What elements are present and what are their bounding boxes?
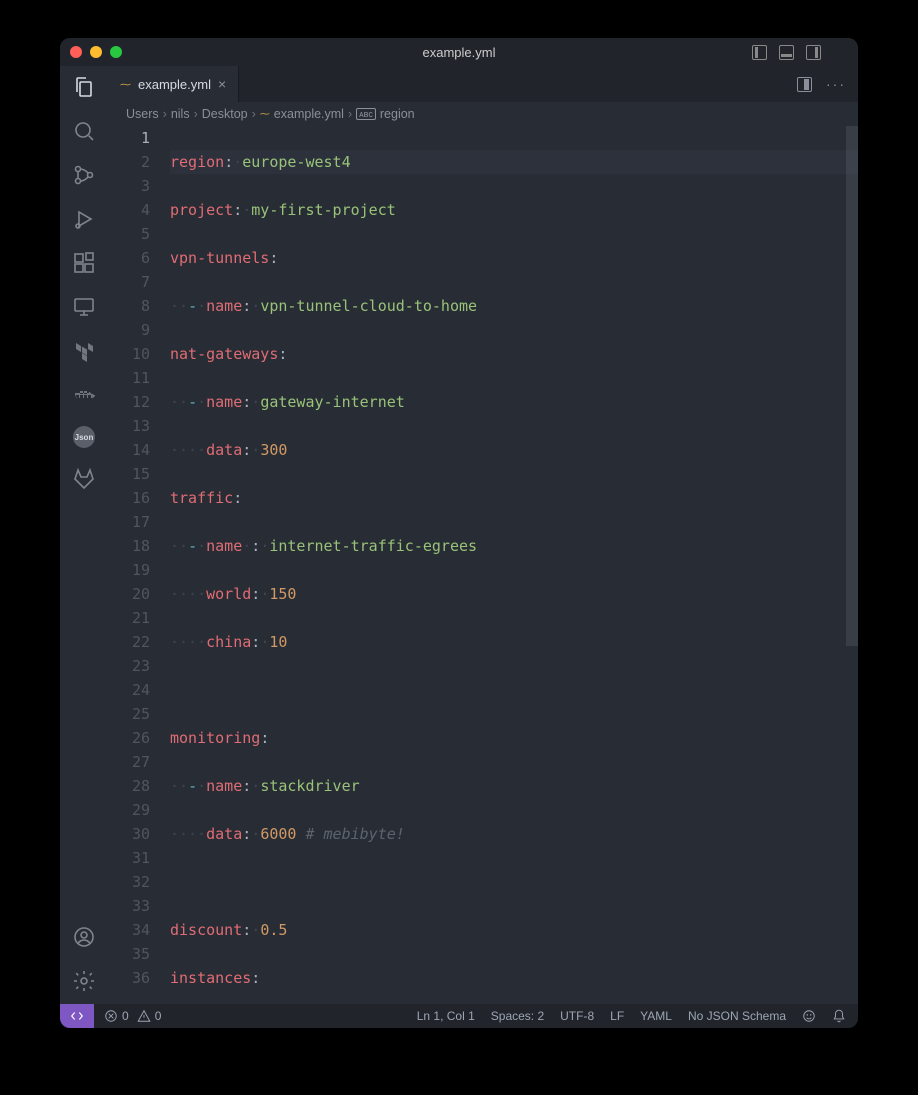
docker-icon[interactable] xyxy=(71,382,97,408)
feedback-icon[interactable] xyxy=(802,1009,816,1023)
editor-scrollbar[interactable] xyxy=(846,126,858,1004)
yaml-file-icon: ⁓ xyxy=(260,109,270,120)
toggle-primary-sidebar-icon[interactable] xyxy=(752,45,767,60)
fullscreen-window-button[interactable] xyxy=(110,46,122,58)
toggle-secondary-sidebar-icon[interactable] xyxy=(806,45,821,60)
split-editor-icon[interactable] xyxy=(797,77,812,92)
eol[interactable]: LF xyxy=(610,1009,624,1023)
status-bar: 0 0 Ln 1, Col 1 Spaces: 2 UTF-8 LF YAML … xyxy=(60,1004,858,1028)
search-icon[interactable] xyxy=(71,118,97,144)
settings-gear-icon[interactable] xyxy=(71,968,97,994)
extensions-icon[interactable] xyxy=(71,250,97,276)
remote-explorer-icon[interactable] xyxy=(71,294,97,320)
code-content[interactable]: region:·europe-west4 project:·my-first-p… xyxy=(166,126,858,1004)
close-window-button[interactable] xyxy=(70,46,82,58)
breadcrumb-item[interactable]: example.yml xyxy=(274,107,344,121)
terraform-icon[interactable] xyxy=(71,338,97,364)
json-schema-status[interactable]: No JSON Schema xyxy=(688,1009,786,1023)
breadcrumb-item[interactable]: Users xyxy=(126,107,159,121)
problems-errors[interactable]: 0 xyxy=(104,1009,129,1023)
titlebar: example.yml xyxy=(60,38,858,66)
tabs-row: ⁓ example.yml × ··· xyxy=(108,66,858,102)
breadcrumb[interactable]: Users › nils › Desktop › ⁓ example.yml ›… xyxy=(108,102,858,126)
minimize-window-button[interactable] xyxy=(90,46,102,58)
chevron-right-icon: › xyxy=(348,107,352,121)
tab-example-yml[interactable]: ⁓ example.yml × xyxy=(108,66,239,102)
json-extension-icon[interactable]: Json xyxy=(73,426,95,448)
customize-layout-icon[interactable] xyxy=(833,45,848,60)
toggle-panel-icon[interactable] xyxy=(779,45,794,60)
chevron-right-icon: › xyxy=(252,107,256,121)
notifications-bell-icon[interactable] xyxy=(832,1009,846,1023)
remote-indicator[interactable] xyxy=(60,1004,94,1028)
breadcrumb-item[interactable]: nils xyxy=(171,107,190,121)
chevron-right-icon: › xyxy=(194,107,198,121)
close-tab-icon[interactable]: × xyxy=(218,77,226,91)
symbol-icon: ᴀʙᴄ xyxy=(356,108,376,120)
chevron-right-icon: › xyxy=(163,107,167,121)
run-debug-icon[interactable] xyxy=(71,206,97,232)
yaml-file-icon: ⁓ xyxy=(120,78,131,91)
encoding[interactable]: UTF-8 xyxy=(560,1009,594,1023)
explorer-icon[interactable] xyxy=(71,74,97,100)
vscode-window: example.yml xyxy=(60,38,858,1028)
editor-group: ⁓ example.yml × ··· Users › nils › Deskt… xyxy=(108,66,858,1004)
accounts-icon[interactable] xyxy=(71,924,97,950)
more-actions-icon[interactable]: ··· xyxy=(826,76,846,92)
code-editor[interactable]: 1 2 3 4 5 6 7 8 9 10 11 12 13 14 15 16 1 xyxy=(108,126,858,1004)
source-control-icon[interactable] xyxy=(71,162,97,188)
gitlab-icon[interactable] xyxy=(71,466,97,492)
tab-label: example.yml xyxy=(138,77,211,92)
problems-warnings[interactable]: 0 xyxy=(137,1009,162,1023)
language-mode[interactable]: YAML xyxy=(640,1009,672,1023)
breadcrumb-item[interactable]: region xyxy=(380,107,415,121)
scrollbar-thumb[interactable] xyxy=(846,126,858,646)
indentation[interactable]: Spaces: 2 xyxy=(491,1009,544,1023)
breadcrumb-item[interactable]: Desktop xyxy=(202,107,248,121)
cursor-position[interactable]: Ln 1, Col 1 xyxy=(417,1009,475,1023)
activity-bar: Json xyxy=(60,66,108,1004)
traffic-lights xyxy=(70,46,122,58)
window-title: example.yml xyxy=(60,45,858,60)
titlebar-layout-controls xyxy=(752,45,848,60)
line-number-gutter: 1 2 3 4 5 6 7 8 9 10 11 12 13 14 15 16 1 xyxy=(108,126,166,1004)
